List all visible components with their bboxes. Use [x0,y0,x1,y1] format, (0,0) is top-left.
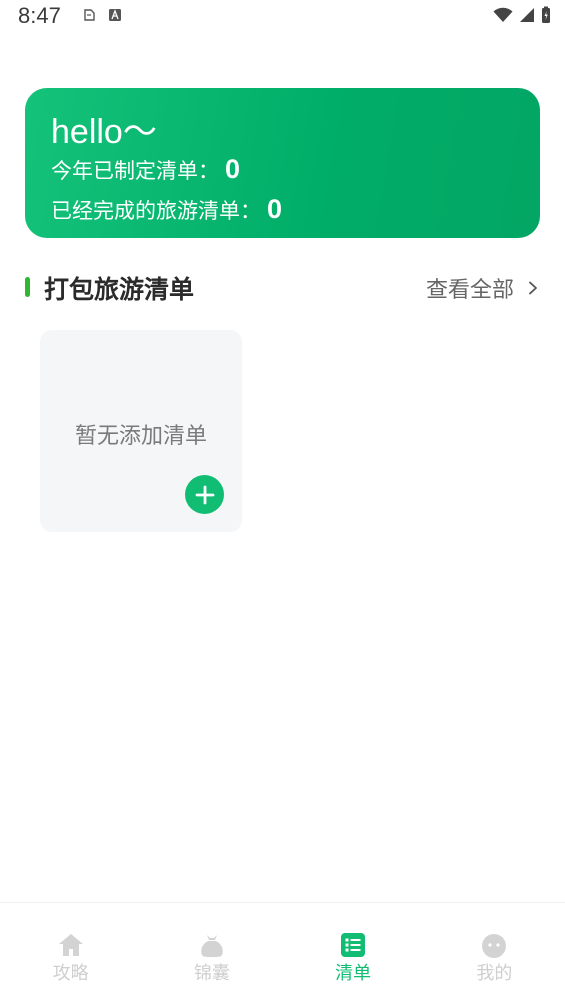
notification-icon [84,9,95,21]
bottom-tab-bar: 攻略 锦囊 清单 我的 [0,902,565,1005]
section-accent-bar [25,277,30,297]
status-indicators [493,6,551,24]
planned-count: 0 [225,154,241,184]
list-icon [341,933,366,957]
planned-label: 今年已制定清单： [51,159,219,183]
completed-row: 已经完成的旅游清单： 0 [51,194,282,225]
home-icon [58,934,83,956]
completed-count: 0 [267,194,283,224]
profile-icon [482,934,507,958]
planned-row: 今年已制定清单： 0 [51,154,240,185]
empty-list-card: 暂无添加清单 [40,330,242,532]
bag-icon [201,935,223,957]
empty-list-text: 暂无添加清单 [74,424,207,449]
section-title: 打包旅游清单 [44,275,195,304]
chevron-right-icon [529,281,537,295]
completed-label: 已经完成的旅游清单： [51,199,261,223]
tab-guide[interactable]: 攻略 [0,903,141,1005]
view-all-label: 查看全部 [425,278,514,303]
status-time: 8:47 [18,3,61,28]
tab-label: 锦囊 [193,963,230,984]
tab-profile[interactable]: 我的 [424,903,565,1005]
add-list-button[interactable] [185,475,224,514]
view-all-link[interactable]: 查看全部 [426,272,540,304]
tab-tips[interactable]: 锦囊 [141,903,282,1005]
battery-icon [542,6,550,23]
tab-label: 我的 [476,963,513,984]
tab-label: 攻略 [52,963,89,984]
summary-card: hello～ 今年已制定清单： 0 已经完成的旅游清单： 0 [25,88,540,238]
keyboard-icon [109,9,121,21]
tab-checklist[interactable]: 清单 [283,903,424,1005]
wifi-icon [493,7,513,22]
status-bar: 8:47 [0,0,565,34]
greeting: hello～ [51,113,157,151]
signal-icon [520,8,534,22]
section-header: 打包旅游清单 查看全部 [25,268,540,308]
tab-label: 清单 [335,963,372,984]
plus-icon [195,485,214,504]
